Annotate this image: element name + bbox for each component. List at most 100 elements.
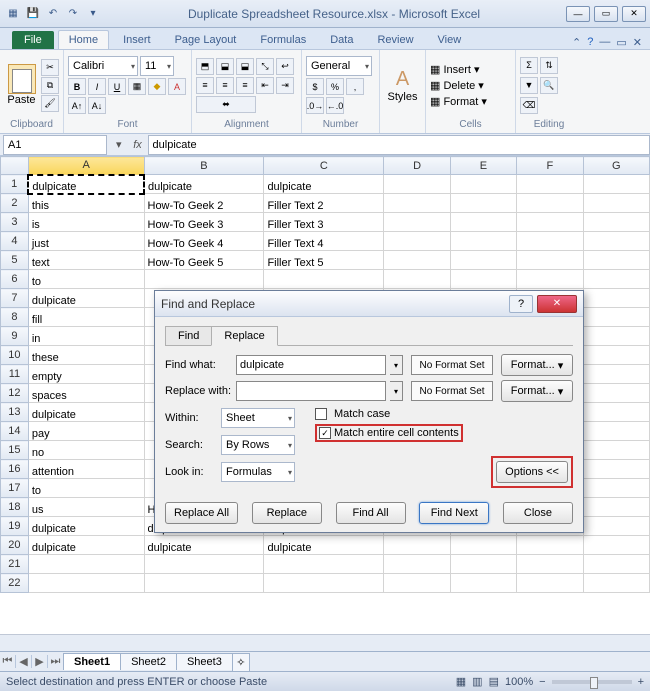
sheet-tab-1[interactable]: Sheet1	[63, 653, 121, 670]
cell[interactable]: Filler Text 2	[264, 194, 384, 213]
row-header[interactable]: 22	[1, 574, 29, 593]
find-format-button[interactable]: Format... ▾	[501, 354, 573, 376]
dialog-help-icon[interactable]: ?	[509, 295, 533, 313]
format-painter-icon[interactable]: 🖌	[41, 95, 59, 112]
sheet-nav-first-icon[interactable]: ⏮	[0, 655, 16, 668]
cell[interactable]: How-To Geek 5	[144, 251, 264, 270]
find-select-icon[interactable]: 🔍	[540, 77, 558, 94]
cell[interactable]	[583, 251, 649, 270]
cell[interactable]: dulpicate	[28, 289, 144, 308]
row-header[interactable]: 11	[1, 365, 29, 384]
cell[interactable]	[583, 175, 649, 194]
cell[interactable]	[583, 232, 649, 251]
row-header[interactable]: 18	[1, 498, 29, 517]
cell[interactable]: is	[28, 213, 144, 232]
wrap-text-icon[interactable]: ↩	[276, 58, 294, 75]
doc-restore-icon[interactable]: ▭	[616, 36, 626, 49]
cell[interactable]	[583, 365, 649, 384]
replace-all-button[interactable]: Replace All	[165, 502, 238, 524]
cell[interactable]	[264, 555, 384, 574]
cell[interactable]	[450, 536, 516, 555]
row-header[interactable]: 21	[1, 555, 29, 574]
align-middle-icon[interactable]: ⬓	[216, 58, 234, 75]
copy-icon[interactable]: ⧉	[41, 77, 59, 94]
lookin-combo[interactable]: Formulas	[221, 462, 295, 482]
cell[interactable]	[517, 175, 583, 194]
increase-indent-icon[interactable]: ⇥	[276, 77, 294, 94]
sheet-tab-2[interactable]: Sheet2	[120, 653, 177, 670]
cell[interactable]	[144, 574, 264, 593]
find-all-button[interactable]: Find All	[336, 502, 406, 524]
cell[interactable]	[264, 574, 384, 593]
cell[interactable]: dulpicate	[28, 517, 144, 536]
cell[interactable]	[384, 232, 450, 251]
row-header[interactable]: 17	[1, 479, 29, 498]
restore-button[interactable]: ▭	[594, 6, 618, 22]
cell[interactable]	[450, 251, 516, 270]
cell[interactable]	[583, 517, 649, 536]
fill-icon[interactable]: ▼	[520, 77, 538, 94]
col-header-D[interactable]: D	[384, 157, 450, 175]
doc-minimize-icon[interactable]: —	[599, 36, 610, 49]
merge-center-icon[interactable]: ⬌	[196, 96, 256, 113]
cell[interactable]	[384, 175, 450, 194]
cell[interactable]	[384, 213, 450, 232]
cell[interactable]	[583, 384, 649, 403]
percent-icon[interactable]: %	[326, 78, 344, 95]
cell[interactable]	[384, 194, 450, 213]
cell[interactable]	[583, 403, 649, 422]
find-what-dropdown-icon[interactable]: ▾	[390, 355, 403, 375]
cell[interactable]	[583, 194, 649, 213]
fill-color-button[interactable]: ◆	[148, 78, 166, 95]
help-icon[interactable]: ?	[587, 36, 593, 49]
dialog-close-button[interactable]: ✕	[537, 295, 577, 313]
tab-page-layout[interactable]: Page Layout	[165, 31, 247, 49]
underline-button[interactable]: U	[108, 78, 126, 95]
row-header[interactable]: 2	[1, 194, 29, 213]
row-header[interactable]: 7	[1, 289, 29, 308]
row-header[interactable]: 1	[1, 175, 29, 194]
horizontal-scrollbar[interactable]	[0, 634, 650, 651]
col-header-F[interactable]: F	[517, 157, 583, 175]
cell[interactable]: How-To Geek 4	[144, 232, 264, 251]
cell[interactable]	[517, 251, 583, 270]
currency-icon[interactable]: $	[306, 78, 324, 95]
cell[interactable]: to	[28, 270, 144, 289]
insert-cells-button[interactable]: ▦ Insert ▾	[430, 63, 480, 76]
dialog-tab-find[interactable]: Find	[165, 326, 212, 346]
italic-button[interactable]: I	[88, 78, 106, 95]
cell[interactable]	[517, 555, 583, 574]
cell[interactable]: to	[28, 479, 144, 498]
cell[interactable]	[384, 270, 450, 289]
fx-icon[interactable]: fx	[128, 139, 148, 151]
cell[interactable]: spaces	[28, 384, 144, 403]
cell[interactable]	[450, 194, 516, 213]
formula-bar[interactable]: dulpicate	[148, 135, 650, 155]
row-header[interactable]: 9	[1, 327, 29, 346]
shrink-font-icon[interactable]: A↓	[88, 97, 106, 114]
align-left-icon[interactable]: ≡	[196, 77, 214, 94]
styles-button[interactable]: AStyles	[384, 54, 421, 116]
within-combo[interactable]: Sheet	[221, 408, 295, 428]
cell[interactable]: just	[28, 232, 144, 251]
match-entire-checkbox[interactable]: ✓	[319, 427, 331, 439]
redo-icon[interactable]: ↷	[64, 5, 82, 23]
row-header[interactable]: 4	[1, 232, 29, 251]
cell[interactable]	[517, 536, 583, 555]
decrease-indent-icon[interactable]: ⇤	[256, 77, 274, 94]
cell[interactable]	[517, 232, 583, 251]
cell[interactable]	[517, 213, 583, 232]
tab-review[interactable]: Review	[367, 31, 423, 49]
search-combo[interactable]: By Rows	[221, 435, 295, 455]
cell[interactable]	[517, 574, 583, 593]
align-right-icon[interactable]: ≡	[236, 77, 254, 94]
font-name-combo[interactable]: Calibri	[68, 56, 138, 76]
cell[interactable]	[450, 175, 516, 194]
new-sheet-icon[interactable]: ✧	[232, 653, 250, 671]
qat-dropdown-icon[interactable]: ▾	[84, 5, 102, 23]
font-size-combo[interactable]: 11	[140, 56, 174, 76]
autosum-icon[interactable]: Σ	[520, 57, 538, 74]
row-header[interactable]: 16	[1, 460, 29, 479]
ribbon-minimize-icon[interactable]: ⌃	[572, 36, 581, 49]
col-header-B[interactable]: B	[144, 157, 264, 175]
